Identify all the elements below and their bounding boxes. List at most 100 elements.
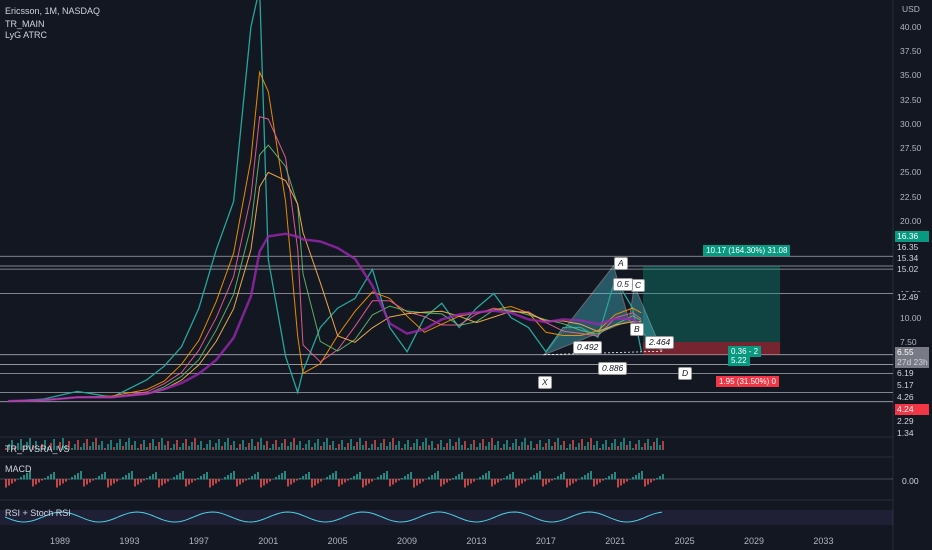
volume-bar (200, 441, 202, 450)
volume-bar (203, 448, 205, 450)
volume-bar (563, 441, 565, 450)
chart-canvas[interactable] (0, 0, 932, 550)
macd-bar (500, 479, 502, 481)
macd-bar (356, 474, 358, 480)
volume-bar (599, 448, 601, 450)
macd-bar (551, 479, 553, 481)
volume-bar (566, 448, 568, 450)
macd-bar (17, 479, 19, 480)
time-axis-label: 2033 (813, 536, 834, 546)
macd-bar (281, 473, 283, 480)
currency-label: USD (902, 4, 920, 14)
point-x-label[interactable]: X (538, 376, 552, 389)
macd-bar (158, 479, 160, 488)
volume-bar (281, 443, 283, 450)
macd-bar (41, 479, 43, 481)
volume-bar (602, 444, 604, 450)
macd-bar (545, 479, 547, 485)
macd-bar (569, 479, 571, 486)
entry-label-2: 5.22 (728, 355, 750, 366)
volume-bar (119, 439, 121, 450)
volume-bar (344, 447, 346, 450)
macd-bar (47, 476, 49, 480)
volume-bar (539, 440, 541, 450)
macd-bar (434, 473, 436, 480)
volume-bar (155, 446, 157, 450)
point-b-label[interactable]: B (630, 323, 644, 336)
rsi-pane-label[interactable]: RSI + Stoch RSI (5, 508, 71, 518)
volume-pane-label[interactable]: TR_PVSRA_VS (5, 444, 70, 454)
volume-bar (479, 443, 481, 450)
macd-bar (164, 479, 166, 484)
price-tag: 16.35 (895, 242, 929, 253)
point-a-label[interactable]: A (614, 257, 628, 270)
macd-bar (494, 479, 496, 485)
macd-pane-label[interactable]: MACD (5, 464, 32, 474)
volume-bar (395, 445, 397, 450)
macd-bar (302, 476, 304, 480)
volume-bar (347, 443, 349, 450)
volume-bar (89, 446, 91, 450)
macd-bar (335, 471, 337, 480)
volume-bar (443, 447, 445, 450)
volume-bar (605, 440, 607, 450)
volume-bar (569, 444, 571, 450)
macd-bar (89, 479, 91, 483)
volume-bar (617, 446, 619, 450)
volume-bar (497, 441, 499, 450)
legend-indicator-main[interactable]: TR_MAIN (5, 19, 45, 30)
volume-bar (218, 439, 220, 450)
price-axis-label: 20.00 (900, 215, 922, 226)
macd-bar (341, 479, 343, 485)
macd-bar (14, 479, 16, 482)
volume-bar (269, 448, 271, 450)
volume-bar (176, 440, 178, 450)
volume-bar (98, 445, 100, 450)
volume-bar (305, 444, 307, 450)
volume-bar (353, 446, 355, 450)
macd-bar (365, 479, 367, 486)
volume-bar (491, 438, 493, 450)
macd-bar (566, 479, 568, 488)
volume-bar (407, 440, 409, 450)
volume-bar (113, 447, 115, 450)
macd-bar (644, 479, 646, 487)
volume-bar (251, 439, 253, 450)
macd-bar (455, 476, 457, 480)
volume-bar (500, 448, 502, 450)
macd-bar (641, 471, 643, 480)
macd-bar (617, 479, 619, 488)
macd-bar (446, 479, 448, 483)
volume-bar (446, 443, 448, 450)
volume-bar (449, 439, 451, 450)
legend-indicator-atrc[interactable]: LyG ATRC (5, 30, 47, 41)
moving-average-1 (7, 116, 642, 402)
volume-bar (656, 438, 658, 450)
price-axis-label: 32.50 (900, 94, 922, 105)
macd-bar (263, 479, 265, 486)
point-c-label[interactable]: C (631, 279, 646, 292)
macd-bar (59, 479, 61, 486)
macd-bar (35, 479, 37, 485)
volume-bar (506, 440, 508, 450)
macd-bar (608, 476, 610, 480)
volume-bar (590, 438, 592, 450)
macd-bar (437, 471, 439, 480)
volume-bar (359, 438, 361, 450)
point-d-label[interactable]: D (678, 367, 693, 380)
volume-bar (413, 443, 415, 450)
volume-bar (188, 446, 190, 450)
macd-bar (260, 479, 262, 488)
volume-bar (518, 446, 520, 450)
volume-bar (233, 441, 235, 450)
volume-bar (350, 439, 352, 450)
macd-bar (473, 479, 475, 482)
volume-bar (284, 439, 286, 450)
macd-bar (125, 475, 127, 480)
volume-bar (455, 442, 457, 450)
volume-bar (134, 441, 136, 450)
volume-bar (584, 446, 586, 450)
volume-bar (131, 445, 133, 450)
volume-bar (95, 438, 97, 450)
volume-bar (404, 444, 406, 450)
